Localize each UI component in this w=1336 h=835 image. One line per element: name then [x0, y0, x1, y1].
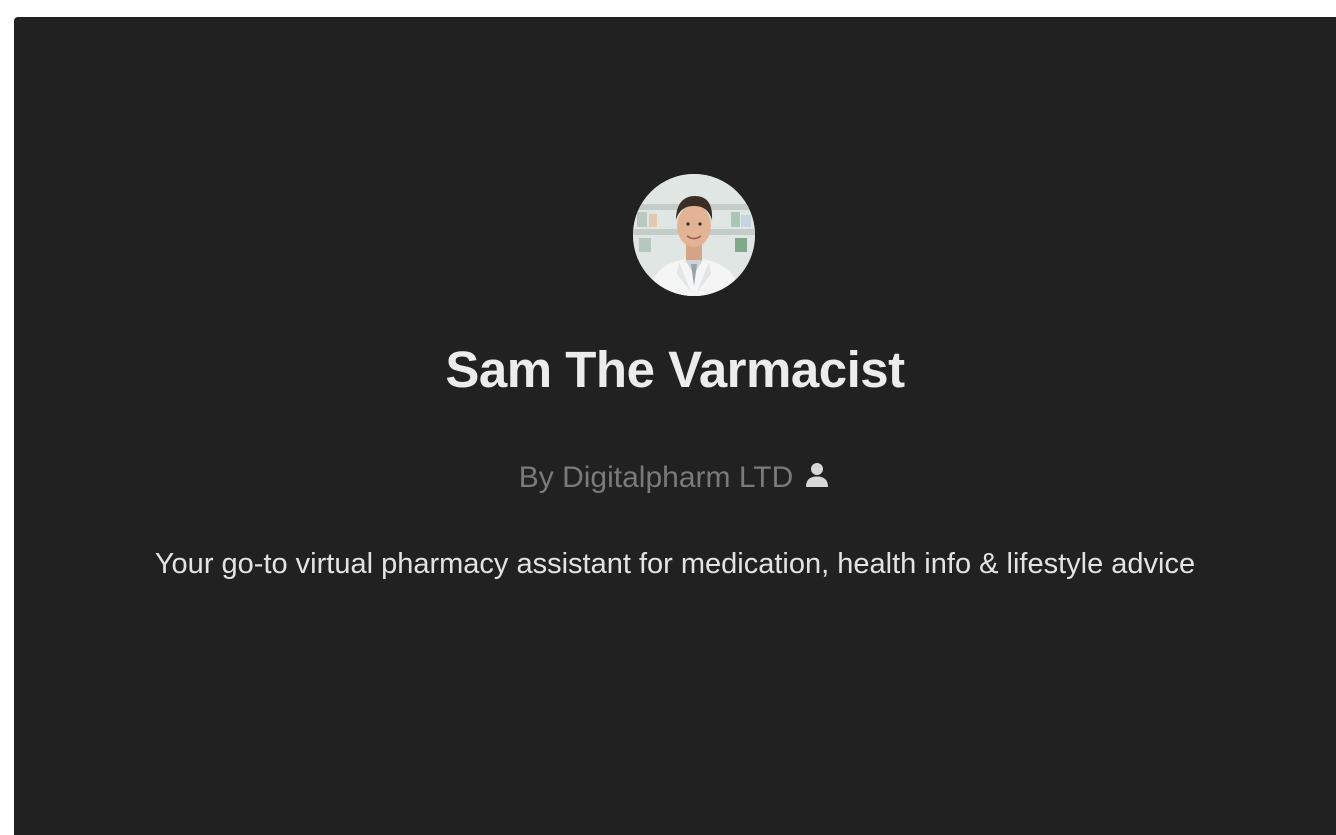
gpt-author: By Digitalpharm LTD	[518, 461, 794, 494]
pharmacist-avatar-icon	[633, 174, 755, 296]
user-icon	[806, 463, 829, 487]
gpt-title: Sam The Varmacist	[445, 341, 905, 398]
gpt-avatar	[633, 174, 755, 296]
gpt-byline: By Digitalpharm LTD	[14, 459, 1336, 497]
gpt-description: Your go-to virtual pharmacy assistant fo…	[154, 548, 1196, 580]
gpt-profile-panel: Sam The Varmacist By Digitalpharm LTD Yo…	[14, 17, 1336, 835]
